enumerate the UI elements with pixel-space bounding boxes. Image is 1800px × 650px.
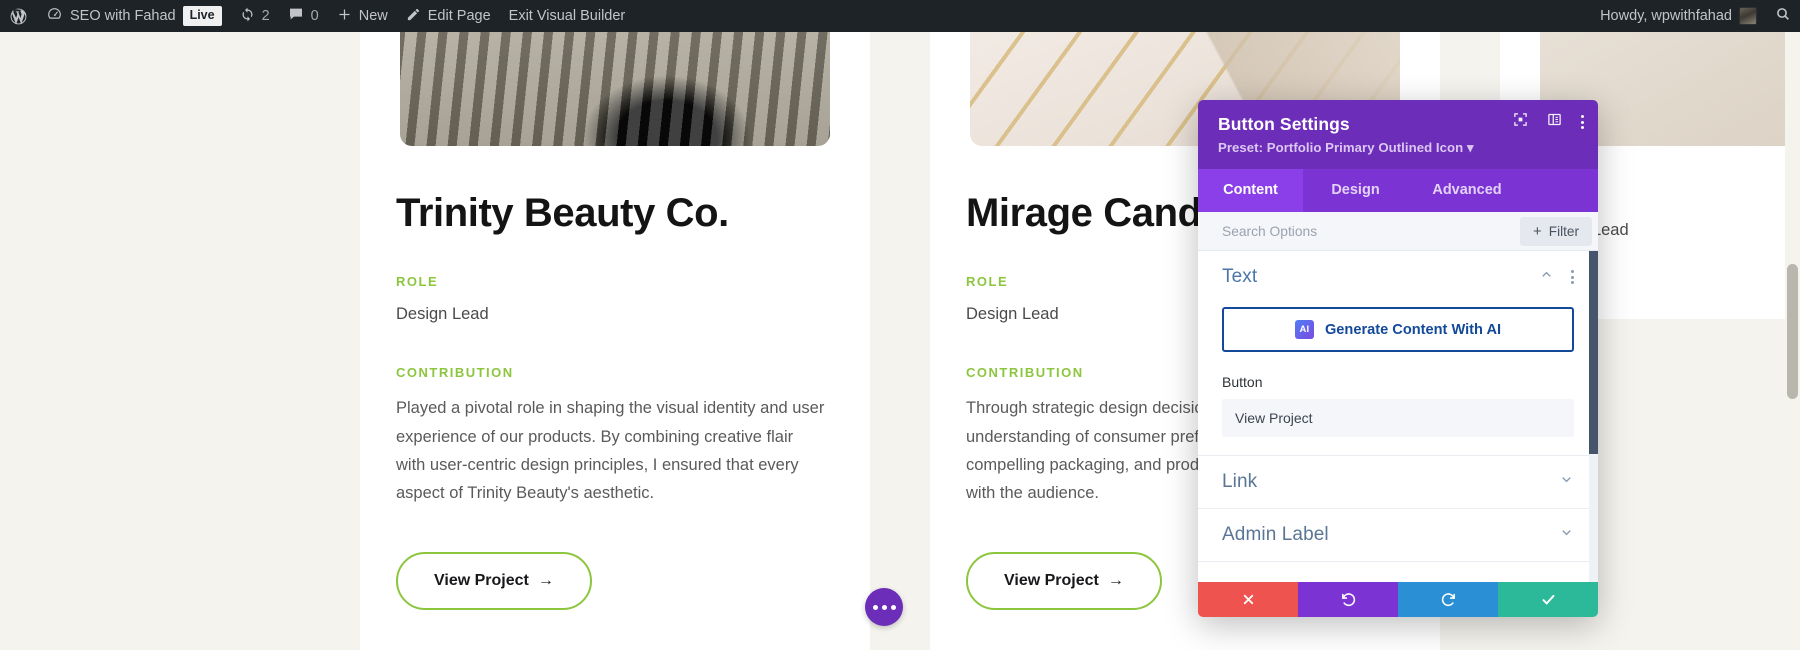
admin-bar-my-account[interactable]: Howdy, wpwithfahad: [1591, 0, 1766, 32]
arrow-right-icon: →: [1107, 571, 1124, 589]
modal-scrollbar-thumb[interactable]: [1589, 251, 1598, 454]
redo-icon: [1441, 593, 1455, 607]
live-badge: Live: [182, 5, 222, 27]
updates-icon: [240, 7, 255, 26]
undo-button[interactable]: [1298, 582, 1398, 617]
view-project-label: View Project: [434, 571, 529, 589]
page-scrollbar[interactable]: [1785, 32, 1800, 650]
checkmark-icon: [1542, 594, 1554, 605]
page-scrollbar-thumb[interactable]: [1787, 264, 1798, 399]
generate-content-with-ai-label: Generate Content With AI: [1324, 321, 1502, 338]
close-icon: [1243, 594, 1253, 605]
avatar: [1739, 7, 1757, 25]
section-link-title: Link: [1222, 471, 1258, 492]
dot-icon: [872, 604, 878, 610]
button-settings-modal: Button Settings Preset: Portfolio Primar…: [1198, 100, 1598, 617]
role-value: Design Lead: [396, 305, 489, 324]
filter-label: Filter: [1548, 223, 1579, 239]
redo-button[interactable]: [1398, 582, 1498, 617]
search-options-input[interactable]: [1222, 223, 1521, 239]
modal-options-scroll-area: Text AI Generate Content With AI Button: [1198, 251, 1598, 582]
modal-preset-label: Preset: Portfolio Primary Outlined Icon: [1218, 140, 1464, 155]
chevron-up-icon[interactable]: [1539, 267, 1554, 287]
dashboard-icon: [46, 6, 63, 27]
modal-header: Button Settings Preset: Portfolio Primar…: [1198, 100, 1598, 169]
section-link-header[interactable]: Link: [1222, 456, 1574, 508]
section-admin-label-header[interactable]: Admin Label: [1222, 509, 1574, 561]
updates-count: 2: [261, 8, 270, 24]
chevron-down-icon: ▾: [1466, 140, 1474, 155]
wordpress-logo-icon: [9, 7, 28, 26]
modal-search-bar: + Filter: [1198, 212, 1598, 251]
plus-icon: +: [1533, 222, 1542, 240]
view-project-button[interactable]: View Project →: [396, 551, 592, 610]
button-field-label: Button: [1222, 374, 1263, 390]
tab-advanced[interactable]: Advanced: [1408, 169, 1526, 212]
chevron-down-icon[interactable]: [1559, 525, 1574, 545]
modal-footer: [1198, 582, 1598, 617]
section-text: Text AI Generate Content With AI Button: [1198, 251, 1598, 456]
plus-icon: [337, 7, 352, 26]
wp-admin-bar: SEO with Fahad Live 2 0 New Edit Page Ex…: [0, 0, 1800, 32]
contribution-text: Played a pivotal role in shaping the vis…: [396, 399, 825, 503]
exit-visual-builder-label: Exit Visual Builder: [508, 8, 626, 24]
howdy-label: Howdy, wpwithfahad: [1600, 8, 1732, 24]
view-project-button[interactable]: View Project →: [966, 551, 1162, 610]
section-admin-label: Admin Label: [1198, 509, 1598, 562]
comments-count: 0: [310, 8, 319, 24]
arrow-right-icon: →: [537, 571, 554, 589]
modal-preset-selector[interactable]: Preset: Portfolio Primary Outlined Icon …: [1218, 140, 1581, 156]
portfolio-card-title: Trinity Beauty Co.: [396, 191, 729, 235]
chevron-down-icon[interactable]: [1559, 472, 1574, 492]
section-text-header[interactable]: Text: [1222, 251, 1574, 303]
dot-icon: [881, 604, 887, 610]
tab-design[interactable]: Design: [1303, 169, 1408, 212]
layout-columns-icon[interactable]: [1547, 112, 1562, 132]
save-button[interactable]: [1498, 582, 1598, 617]
section-text-title: Text: [1222, 266, 1258, 287]
view-project-label: View Project: [1004, 571, 1099, 589]
section-text-body: AI Generate Content With AI Button: [1222, 303, 1574, 455]
admin-bar-comments[interactable]: 0: [279, 0, 328, 32]
portfolio-card-body: Trinity Beauty Co. ROLE Design Lead CONT…: [360, 190, 870, 610]
cancel-button[interactable]: [1198, 582, 1298, 617]
undo-icon: [1341, 593, 1355, 607]
admin-bar-search[interactable]: [1766, 0, 1800, 32]
ai-badge-icon: AI: [1294, 320, 1314, 339]
role-label: ROLE: [396, 274, 439, 290]
portfolio-card-image[interactable]: [400, 32, 830, 146]
comment-icon: [288, 6, 304, 26]
modal-scrollbar[interactable]: [1589, 251, 1598, 582]
admin-bar-edit-page[interactable]: Edit Page: [397, 0, 500, 32]
admin-bar-updates[interactable]: 2: [231, 0, 279, 32]
filter-button[interactable]: + Filter: [1520, 216, 1592, 246]
modal-header-icons: [1513, 112, 1584, 132]
portfolio-card: Trinity Beauty Co. ROLE Design Lead CONT…: [360, 32, 870, 650]
tab-content[interactable]: Content: [1198, 169, 1303, 212]
focus-frame-icon[interactable]: [1513, 112, 1528, 132]
edit-page-label: Edit Page: [427, 8, 491, 24]
site-name-label: SEO with Fahad: [70, 8, 176, 24]
more-options-fab[interactable]: [865, 588, 903, 626]
section-text-kebab-icon[interactable]: [1571, 269, 1574, 285]
pencil-icon: [406, 7, 421, 26]
kebab-menu-icon[interactable]: [1581, 114, 1584, 130]
modal-tabs: Content Design Advanced: [1198, 169, 1598, 212]
dot-icon: [890, 604, 896, 610]
admin-bar-site-name[interactable]: SEO with Fahad Live: [37, 0, 231, 32]
section-admin-label-title: Admin Label: [1222, 524, 1329, 545]
admin-bar-wordpress-logo[interactable]: [0, 0, 37, 32]
generate-content-with-ai-button[interactable]: AI Generate Content With AI: [1222, 307, 1574, 352]
section-link: Link: [1198, 456, 1598, 509]
admin-bar-new[interactable]: New: [328, 0, 397, 32]
contribution-label: CONTRIBUTION: [396, 365, 514, 381]
button-text-input[interactable]: [1222, 399, 1574, 437]
search-icon: [1775, 6, 1791, 26]
admin-bar-exit-visual-builder[interactable]: Exit Visual Builder: [500, 0, 635, 32]
new-label: New: [358, 8, 388, 24]
